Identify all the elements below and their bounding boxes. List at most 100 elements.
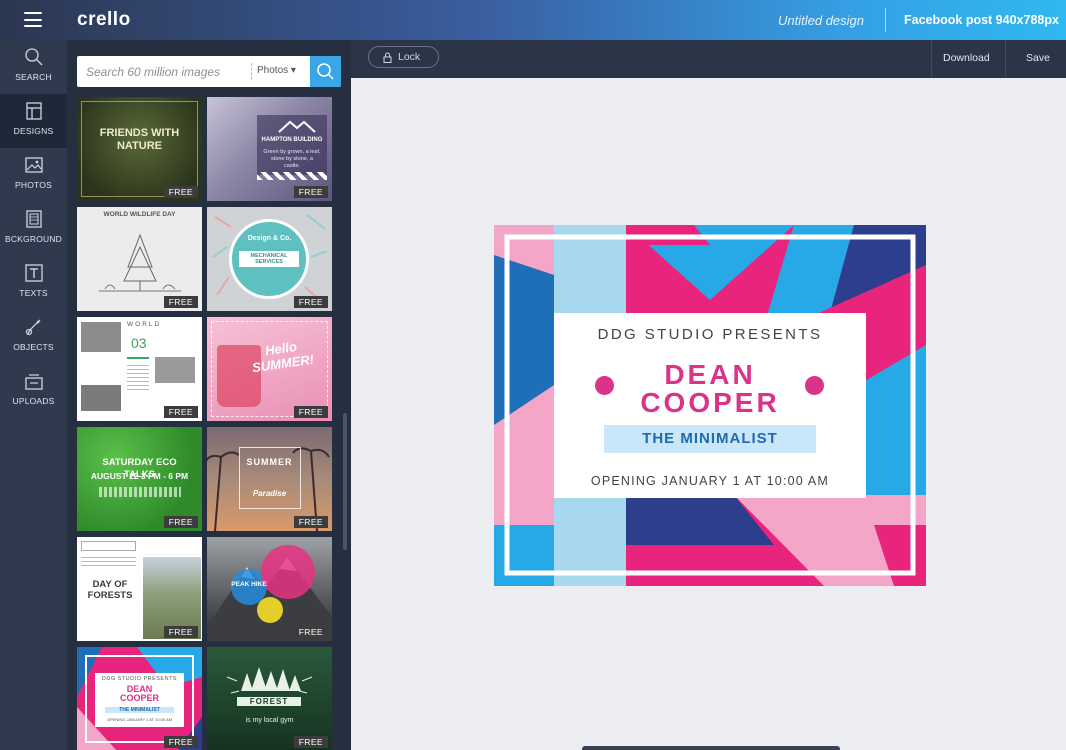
uploads-icon	[24, 374, 43, 390]
search-icon	[317, 63, 334, 80]
template-thumbnail[interactable]: Design & Co. MECHANICAL SERVICES FREE	[207, 207, 332, 311]
template-date: AUGUST 22 3 PM - 6 PM	[90, 471, 189, 481]
template-subtitle: Paradise	[252, 489, 287, 498]
free-badge: FREE	[163, 296, 198, 308]
template-thumbnail[interactable]: Hello SUMMER! FREE	[207, 317, 332, 421]
objects-icon	[25, 319, 40, 336]
bottom-panel-tab[interactable]	[582, 746, 840, 750]
search-button[interactable]	[310, 56, 341, 87]
template-title: DAY OF FORESTS	[87, 579, 133, 601]
template-thumbnail[interactable]: SATURDAY ECO TALKS AUGUST 22 3 PM - 6 PM…	[77, 427, 202, 531]
texts-icon	[24, 264, 43, 282]
panel-scrollbar[interactable]	[343, 413, 347, 550]
free-badge: FREE	[163, 736, 198, 748]
design-text-card[interactable]: DDG STUDIO PRESENTS DEAN COOPER THE MINI…	[554, 313, 866, 498]
nav-texts[interactable]: TEXTS	[0, 256, 67, 310]
template-thumbnail[interactable]: WORLD WILDLIFE DAY FREE	[77, 207, 202, 311]
design-name-line2[interactable]: COOPER	[554, 387, 866, 419]
nav-uploads[interactable]: UPLOADS	[0, 364, 67, 418]
nav-search[interactable]: SEARCH	[0, 40, 67, 94]
template-subtitle: THE MINIMALIST	[105, 707, 174, 713]
template-text: Green by grown, a leaf, stone by stone, …	[263, 149, 321, 169]
circle-yellow	[257, 597, 283, 623]
template-subtitle: is my local gym	[245, 717, 294, 724]
free-badge: FREE	[163, 406, 198, 418]
free-badge: FREE	[163, 516, 198, 528]
hamburger-menu-icon[interactable]	[24, 12, 42, 27]
template-title: FRIENDS WITH NATURE	[99, 127, 180, 152]
text-lines	[127, 365, 149, 393]
design-title[interactable]: Untitled design	[778, 13, 864, 28]
photos-icon	[24, 157, 43, 173]
lock-button[interactable]: Lock	[368, 46, 439, 68]
divider	[885, 8, 886, 32]
building-icon	[278, 120, 316, 133]
nav-label: SEARCH	[15, 72, 52, 82]
nav-label: PHOTOS	[15, 180, 52, 190]
free-badge: FREE	[163, 626, 198, 638]
designs-icon	[25, 102, 42, 120]
template-thumbnail[interactable]: DDG STUDIO PRESENTS DEAN COOPER THE MINI…	[77, 647, 202, 750]
template-title: Design & Co.	[247, 235, 292, 242]
template-thumbnail[interactable]: SUMMER Paradise FREE	[207, 427, 332, 531]
nav-label: OBJECTS	[13, 342, 54, 352]
nav-background[interactable]: BCKGROUND	[0, 202, 67, 256]
lock-label: Lock	[398, 51, 421, 63]
accent-line	[127, 357, 149, 359]
photo-block	[81, 322, 121, 352]
search-input[interactable]	[77, 56, 251, 87]
nav-label: BCKGROUND	[4, 234, 63, 244]
text-lines	[99, 487, 181, 497]
design-opening-text[interactable]: OPENING JANUARY 1 AT 10:00 AM	[554, 474, 866, 488]
top-bar: crello Untitled design Facebook post 940…	[0, 0, 1066, 40]
search-icon	[24, 48, 42, 66]
app-logo[interactable]: crello	[77, 9, 131, 31]
thumbnail-stripes	[257, 172, 327, 180]
free-badge: FREE	[293, 406, 328, 418]
wildlife-illustration	[99, 233, 181, 292]
nav-label: TEXTS	[19, 288, 48, 298]
template-thumbnail[interactable]: FOREST is my local gym FREE	[207, 647, 332, 750]
template-title: PEAK HIKE	[231, 581, 267, 588]
template-title: FOREST	[237, 697, 301, 706]
design-canvas[interactable]: DDG STUDIO PRESENTS DEAN COOPER THE MINI…	[494, 225, 926, 586]
nav-label: UPLOADS	[12, 396, 55, 406]
photo-block	[155, 357, 195, 383]
template-subtitle: MECHANICAL SERVICES	[239, 251, 299, 267]
template-thumbnail[interactable]: DAY OF FORESTS FREE	[77, 537, 202, 641]
design-size-label[interactable]: Facebook post 940x788px	[904, 13, 1059, 27]
divider	[931, 40, 932, 78]
template-title: DDG STUDIO PRESENTS	[101, 676, 178, 682]
nav-label: DESIGNS	[13, 126, 54, 136]
template-thumbnail[interactable]: PEAK HIKE FREE	[207, 537, 332, 641]
template-date: OPENING JANUARY 1 AT 10:00 AM	[106, 717, 173, 722]
template-thumbnail[interactable]: WORLD 03 FREE	[77, 317, 202, 421]
search-divider	[251, 63, 252, 80]
free-badge: FREE	[293, 186, 328, 198]
text-lines	[81, 557, 136, 569]
download-button[interactable]: Download	[943, 52, 990, 64]
template-number: 03	[131, 335, 147, 351]
nav-photos[interactable]: PHOTOS	[0, 148, 67, 202]
template-name: DEAN COOPER	[119, 684, 159, 703]
template-title: WORLD WILDLIFE DAY	[103, 211, 176, 218]
template-title: HAMPTON BUILDING	[261, 137, 323, 143]
text-box	[81, 541, 136, 551]
nav-objects[interactable]: OBJECTS	[0, 310, 67, 364]
divider	[1005, 40, 1006, 78]
template-thumbnail[interactable]: HAMPTON BUILDING Green by grown, a leaf,…	[207, 97, 332, 201]
free-badge: FREE	[163, 186, 198, 198]
design-presents-text[interactable]: DDG STUDIO PRESENTS	[554, 326, 866, 343]
free-badge: FREE	[293, 626, 328, 638]
photo-block	[81, 385, 121, 411]
design-subtitle[interactable]: THE MINIMALIST	[604, 425, 816, 453]
save-button[interactable]: Save	[1026, 52, 1050, 64]
circle-pink	[261, 545, 315, 599]
left-nav: SEARCH DESIGNS PHOTOS BCKGROUND TEXTS OB…	[0, 40, 67, 750]
editor-toolbar: Lock Download Save	[351, 40, 1066, 78]
nav-designs[interactable]: DESIGNS	[0, 94, 67, 148]
template-thumbnail[interactable]: FRIENDS WITH NATURE FREE	[77, 97, 202, 201]
search-filter-dropdown[interactable]: Photos ▾	[257, 65, 296, 76]
background-icon	[25, 210, 42, 228]
free-badge: FREE	[293, 296, 328, 308]
